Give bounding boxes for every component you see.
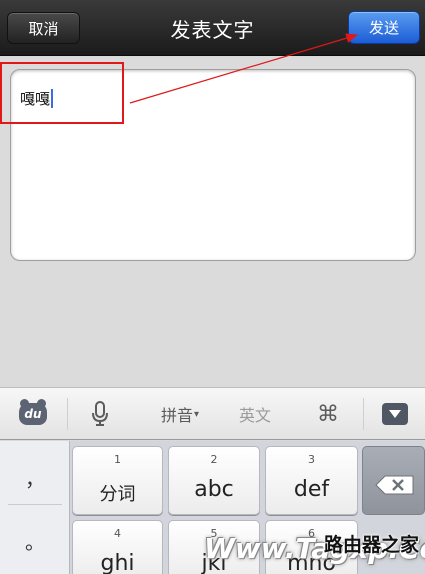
- key-label: 分词: [99, 484, 136, 505]
- collapse-keyboard-icon: [381, 403, 408, 425]
- annotation-highlight-box: [0, 62, 124, 124]
- ime-toolbar: du 拼音 ▾ 英文 ⌘: [0, 387, 425, 440]
- voice-input-button[interactable]: [68, 388, 132, 440]
- watermark: Www.Tagxp.Com 路由器之家: [200, 528, 425, 574]
- watermark-cn-text: 路由器之家: [323, 534, 419, 556]
- key-1-fenci[interactable]: 1 分词: [72, 446, 163, 515]
- punctuation-divider: [8, 504, 62, 505]
- baidu-logo-button[interactable]: du: [0, 388, 66, 440]
- delete-key[interactable]: [362, 446, 425, 515]
- navigation-bar: 取消 发表文字 发送: [0, 0, 425, 56]
- english-mode-button[interactable]: 英文: [222, 388, 288, 440]
- pinyin-mode-button[interactable]: 拼音 ▾: [140, 388, 220, 440]
- key-number: 3: [308, 453, 315, 466]
- send-button-label: 发送: [368, 19, 399, 37]
- command-icon: ⌘: [317, 401, 339, 427]
- chevron-down-icon: ▾: [193, 408, 200, 420]
- period-key[interactable]: 。: [0, 526, 70, 555]
- backspace-icon: [375, 475, 414, 495]
- baidu-du-logo-icon: du: [19, 399, 47, 425]
- key-number: 1: [114, 453, 121, 466]
- key-4-ghi[interactable]: 4 ghi: [72, 520, 163, 574]
- key-3-def[interactable]: 3 def: [265, 446, 358, 515]
- collapse-keyboard-button[interactable]: [364, 388, 425, 440]
- punctuation-column: ， 。: [0, 441, 70, 574]
- send-button[interactable]: 发送: [348, 11, 420, 44]
- key-label: def: [293, 477, 330, 502]
- key-label: ghi: [100, 551, 135, 574]
- key-number: 2: [210, 453, 218, 466]
- comma-key[interactable]: ，: [0, 463, 70, 492]
- english-label: 英文: [238, 406, 271, 425]
- pinyin-label: 拼音: [160, 406, 193, 425]
- key-2-abc[interactable]: 2 abc: [168, 446, 260, 515]
- microphone-icon: [92, 401, 108, 426]
- key-label: abc: [194, 477, 234, 502]
- logo-text: du: [24, 407, 42, 421]
- key-number: 4: [114, 527, 121, 540]
- command-button[interactable]: ⌘: [295, 388, 361, 440]
